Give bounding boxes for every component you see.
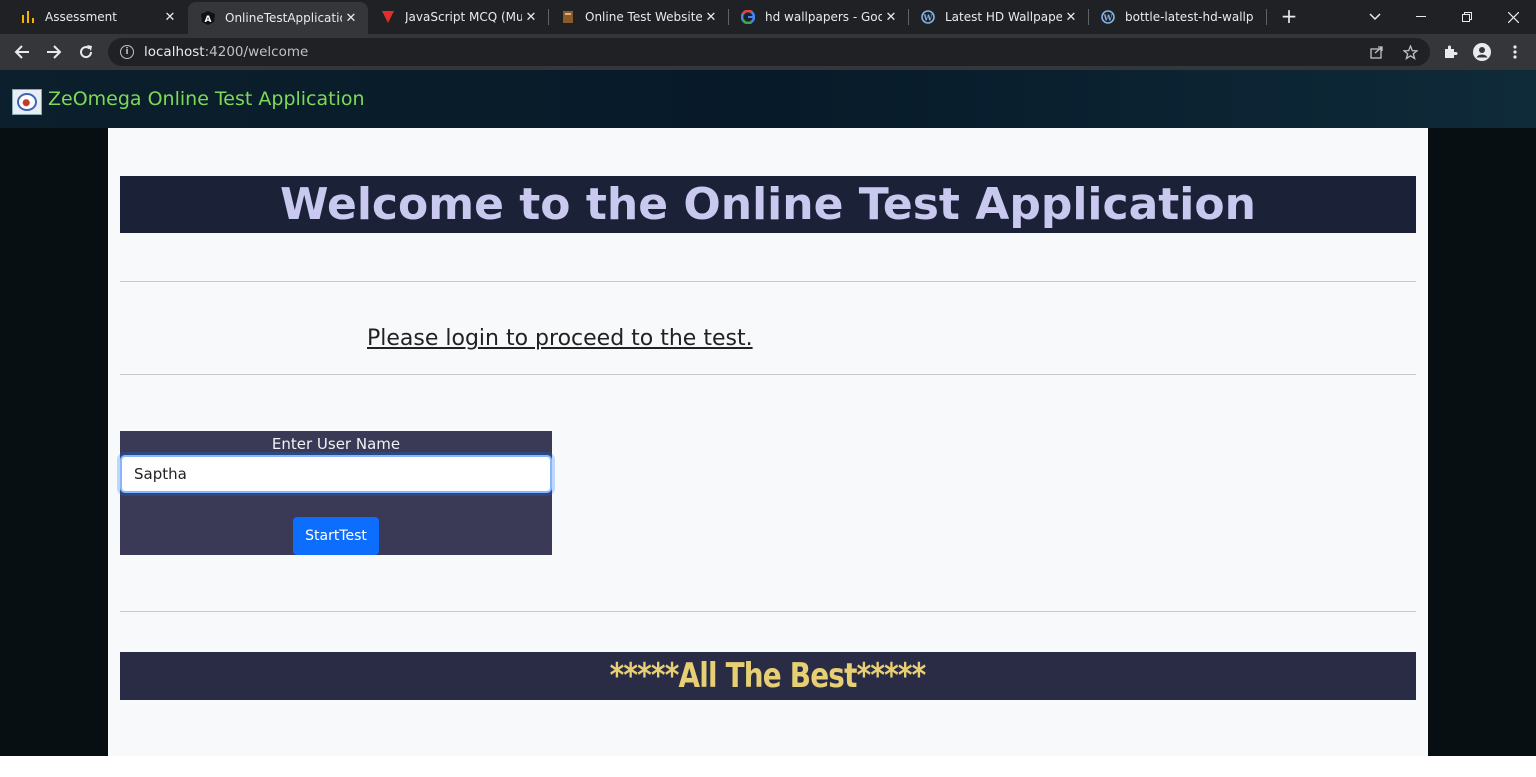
app-logo[interactable]	[12, 89, 42, 115]
extensions-icon[interactable]	[1438, 40, 1462, 64]
close-tab-icon[interactable]: ✕	[161, 10, 179, 25]
svg-text:A: A	[205, 15, 212, 25]
page-title: Welcome to the Online Test Application	[280, 179, 1256, 230]
url-text: localhost:4200/welcome	[144, 44, 309, 60]
profile-avatar-icon[interactable]	[1470, 40, 1494, 64]
wordpress-icon: W	[1100, 9, 1116, 25]
start-test-button[interactable]: StartTest	[293, 517, 379, 555]
book-icon	[560, 9, 576, 25]
divider	[120, 281, 1416, 282]
new-tab-button[interactable]: +	[1278, 5, 1300, 27]
bar-chart-icon	[20, 9, 36, 25]
bottom-strip	[0, 756, 1536, 777]
google-icon	[740, 9, 756, 25]
username-label: Enter User Name	[271, 435, 401, 453]
browser-tab[interactable]: Online Test Website Te ✕	[548, 0, 728, 34]
close-tab-icon[interactable]: ✕	[522, 10, 540, 25]
address-bar[interactable]: i localhost:4200/welcome	[108, 38, 1430, 66]
footer-message: *****All The Best*****	[610, 656, 927, 696]
browser-tab-active[interactable]: A OnlineTestApplication ✕	[188, 2, 368, 34]
svg-text:W: W	[923, 13, 934, 23]
navbar-brand[interactable]: ZeOmega Online Test Application	[48, 88, 365, 110]
browser-tab[interactable]: Assessment ✕	[4, 0, 187, 34]
login-form: Enter User Name StartTest	[120, 431, 552, 555]
browser-tab[interactable]: JavaScript MCQ (Multi ✕	[368, 0, 548, 34]
close-tab-icon[interactable]: ✕	[702, 10, 720, 25]
username-input[interactable]	[120, 455, 552, 493]
browser-tab[interactable]: W bottle-latest-hd-wallp	[1088, 0, 1268, 34]
svg-text:W: W	[1103, 13, 1114, 23]
browser-menu-icon[interactable]	[1503, 40, 1527, 64]
main-container: Welcome to the Online Test Application P…	[108, 128, 1428, 756]
close-window-icon[interactable]	[1490, 0, 1536, 34]
login-prompt: Please login to proceed to the test.	[367, 326, 753, 351]
close-tab-icon[interactable]: ✕	[882, 10, 900, 25]
back-icon[interactable]	[10, 40, 34, 64]
close-tab-icon[interactable]: ✕	[1062, 10, 1080, 25]
footer-banner: *****All The Best*****	[120, 652, 1416, 700]
app-navbar: ZeOmega Online Test Application	[0, 70, 1536, 128]
vlogo-icon	[380, 9, 396, 25]
divider	[120, 611, 1416, 612]
divider	[120, 374, 1416, 375]
browser-tab[interactable]: W Latest HD Wallpaper, ✕	[908, 0, 1088, 34]
welcome-banner: Welcome to the Online Test Application	[120, 176, 1416, 233]
browser-toolbar: i localhost:4200/welcome	[0, 34, 1536, 70]
restore-icon[interactable]	[1444, 0, 1490, 34]
browser-tabstrip: Assessment ✕ A OnlineTestApplication ✕ J…	[0, 0, 1536, 34]
forward-icon[interactable]	[42, 40, 66, 64]
tab-separator	[1266, 9, 1267, 25]
browser-tab[interactable]: hd wallpapers - Googl ✕	[728, 0, 908, 34]
angular-icon: A	[200, 10, 216, 26]
site-info-icon[interactable]: i	[120, 45, 134, 59]
wordpress-icon: W	[920, 9, 936, 25]
bookmark-star-icon[interactable]	[1399, 38, 1421, 66]
reload-icon[interactable]	[74, 40, 98, 64]
close-tab-icon[interactable]: ✕	[342, 11, 360, 26]
tab-search-icon[interactable]	[1352, 0, 1398, 34]
share-icon[interactable]	[1366, 38, 1388, 66]
minimize-icon[interactable]	[1398, 0, 1444, 34]
